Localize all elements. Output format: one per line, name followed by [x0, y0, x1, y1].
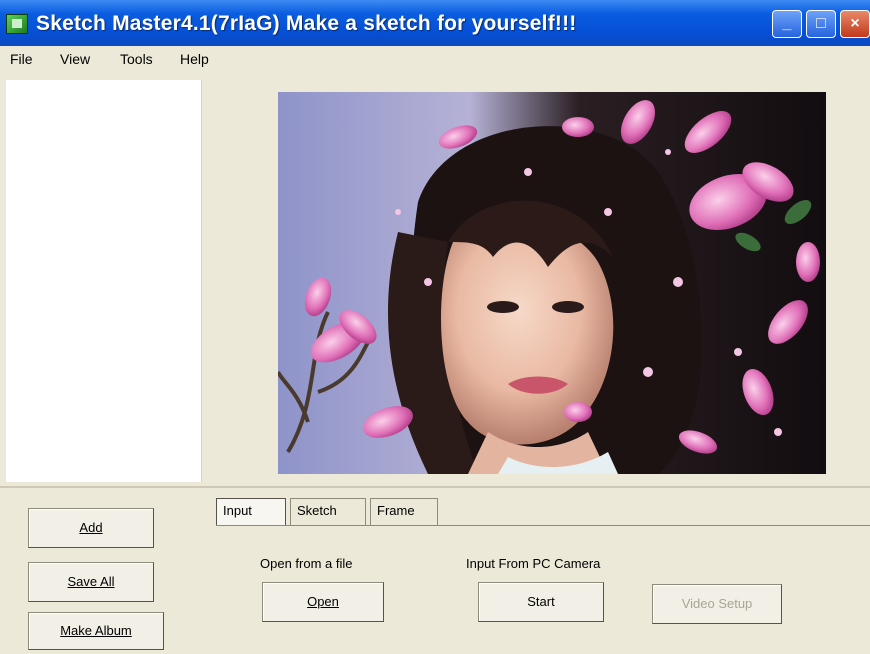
close-button[interactable]: ×	[840, 10, 870, 38]
open-button[interactable]: Open	[262, 582, 384, 622]
video-setup-button-label: Video Setup	[681, 596, 753, 611]
open-file-caption: Open from a file	[260, 556, 353, 571]
open-button-label: Open	[307, 594, 339, 609]
menu-tools[interactable]: Tools	[120, 51, 153, 67]
minimize-button[interactable]: _	[772, 10, 802, 38]
app-window: Sketch Master4.1(7rIaG) Make a sketch fo…	[0, 0, 870, 654]
add-button-label: Add	[79, 520, 103, 535]
start-button[interactable]: Start	[478, 582, 604, 622]
tab-frame[interactable]: Frame	[370, 498, 438, 526]
tab-input[interactable]: Input	[216, 498, 286, 526]
make-album-button-label: Make Album	[60, 623, 132, 638]
thumbnail-list[interactable]	[6, 80, 202, 482]
camera-caption: Input From PC Camera	[466, 556, 601, 571]
start-button-label: Start	[527, 594, 555, 609]
save-all-button[interactable]: Save All	[28, 562, 154, 602]
tab-divider	[216, 525, 870, 526]
make-album-button[interactable]: Make Album	[28, 612, 164, 650]
menu-bar: File View Tools Help	[0, 46, 870, 72]
video-setup-button[interactable]: Video Setup	[652, 584, 782, 624]
menu-view[interactable]: View	[60, 51, 90, 67]
tab-sketch[interactable]: Sketch	[290, 498, 366, 526]
app-icon	[6, 14, 28, 34]
menu-file[interactable]: File	[10, 51, 33, 67]
portrait-photo	[278, 92, 826, 474]
save-all-button-label: Save All	[67, 574, 115, 589]
maximize-button[interactable]: □	[806, 10, 836, 38]
window-title: Sketch Master4.1(7rIaG) Make a sketch fo…	[36, 12, 577, 35]
title-bar[interactable]: Sketch Master4.1(7rIaG) Make a sketch fo…	[0, 0, 870, 46]
image-preview	[278, 92, 826, 474]
menu-help[interactable]: Help	[180, 51, 209, 67]
add-button[interactable]: Add	[28, 508, 154, 548]
